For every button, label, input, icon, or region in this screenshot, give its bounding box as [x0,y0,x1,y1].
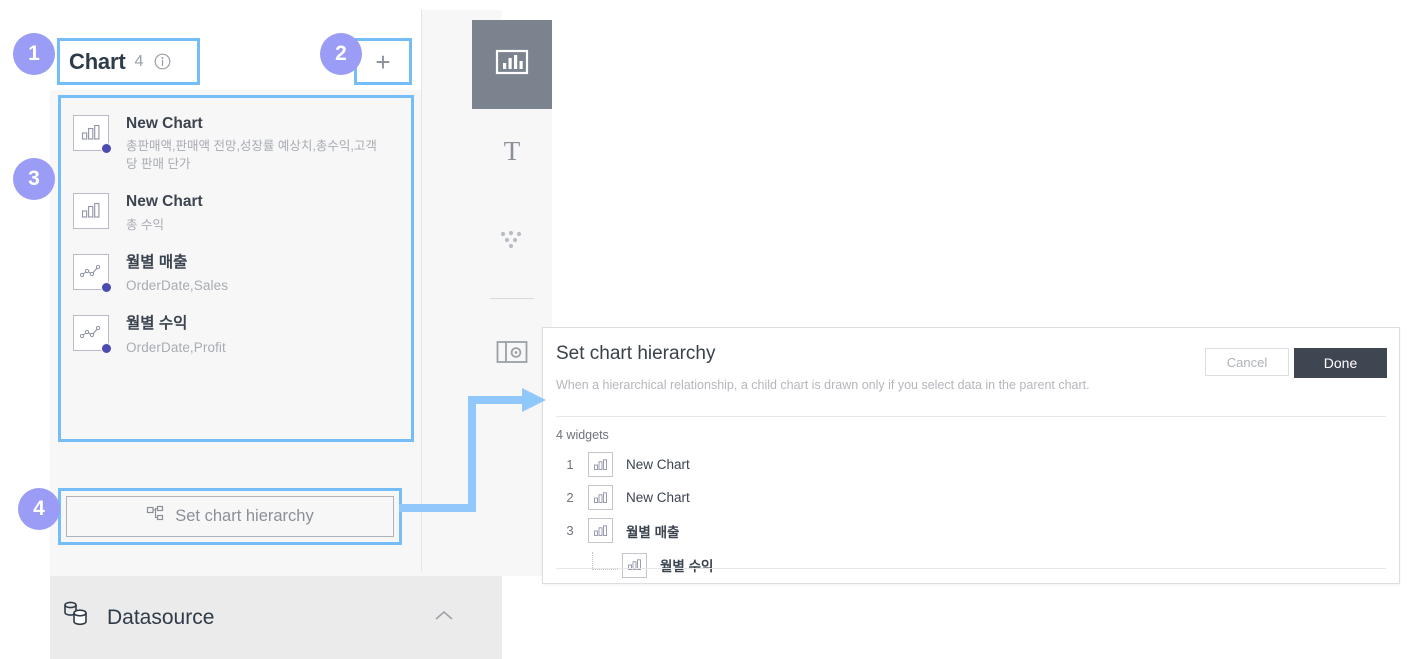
annotation-badge-3: 3 [13,158,55,200]
callout-arrow [399,388,546,512]
annotation-badge-4: 4 [18,488,60,530]
annotation-badge-2: 2 [320,33,362,75]
annotation-badge-1: 1 [13,33,55,75]
